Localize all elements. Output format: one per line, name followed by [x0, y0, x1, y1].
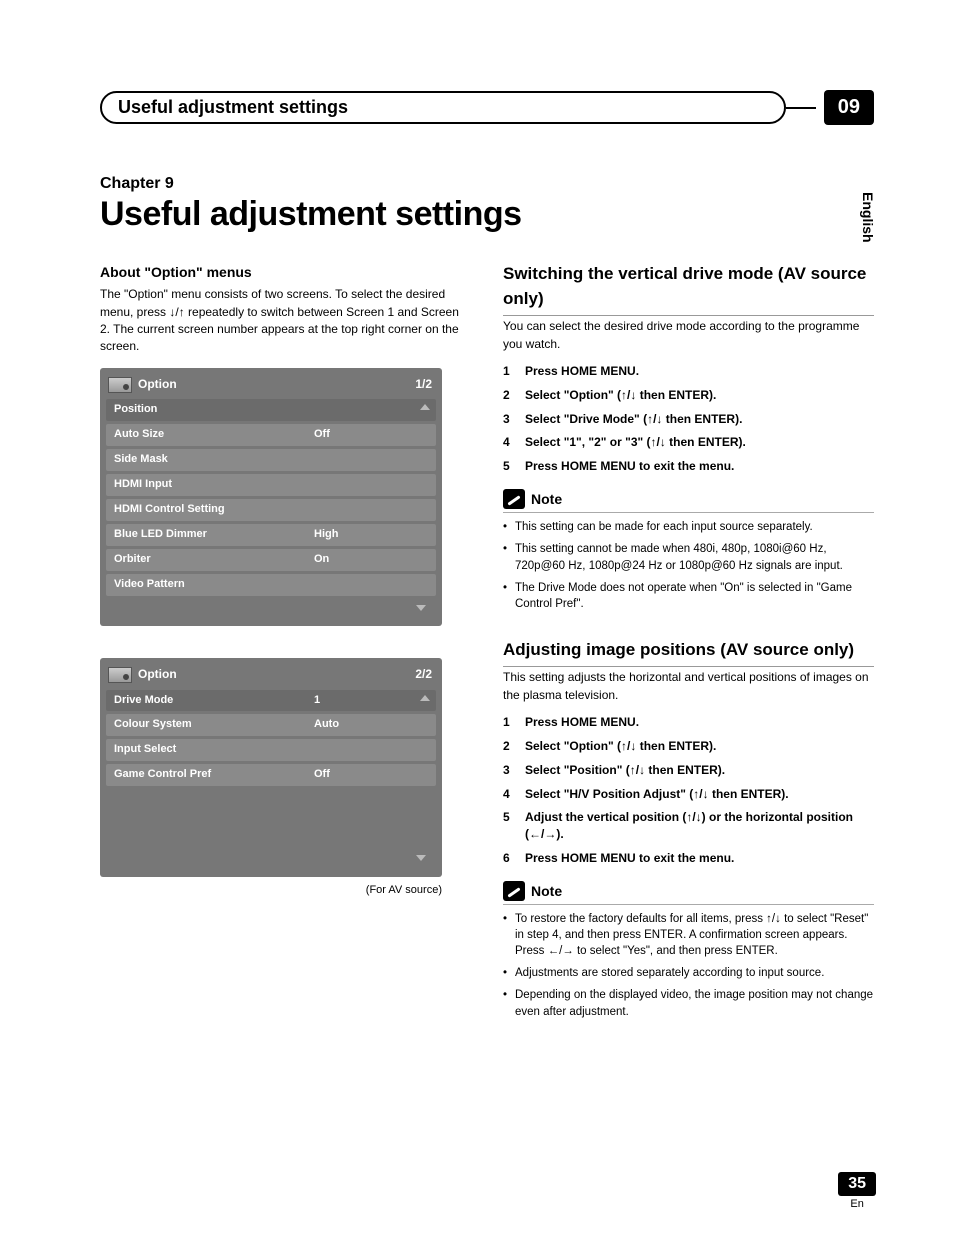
note-item: This setting can be made for each input …	[503, 519, 874, 535]
menu-label: Colour System	[114, 717, 314, 733]
option-menu-2: Option 2/2 Drive Mode 1 Colour SystemAut…	[100, 658, 442, 877]
header-connector	[786, 107, 816, 109]
menu1-row: Blue LED DimmerHigh	[106, 524, 436, 546]
step: Select "Option" (↑/↓ then ENTER).	[503, 738, 874, 755]
menu2-page: 2/2	[415, 666, 432, 683]
section1-steps: Press HOME MENU. Select "Option" (↑/↓ th…	[503, 363, 874, 475]
page-lang: En	[838, 1198, 876, 1210]
step: Press HOME MENU to exit the menu.	[503, 458, 874, 475]
note-header: Note	[503, 881, 874, 905]
menu-value	[314, 402, 428, 418]
note-label: Note	[531, 881, 562, 901]
menu-label: Side Mask	[114, 452, 314, 468]
step: Select "1", "2" or "3" (↑/↓ then ENTER).	[503, 434, 874, 451]
menu-label: Position	[114, 402, 314, 418]
header-bar: Useful adjustment settings 09	[100, 90, 874, 125]
step: Select "Drive Mode" (↑/↓ then ENTER).	[503, 411, 874, 428]
step: Adjust the vertical position (↑/↓) or th…	[503, 809, 874, 843]
note-header: Note	[503, 489, 874, 513]
menu1-row: Position	[106, 399, 436, 421]
note-item: The Drive Mode does not operate when "On…	[503, 580, 874, 612]
left-column: About "Option" menus The "Option" menu c…	[100, 262, 471, 1026]
menu-label: Video Pattern	[114, 577, 314, 593]
menu-label: Auto Size	[114, 427, 314, 443]
step: Select "H/V Position Adjust" (↑/↓ then E…	[503, 786, 874, 803]
page-title: Useful adjustment settings	[100, 195, 874, 234]
up-arrow-icon	[420, 695, 430, 701]
step: Select "Option" (↑/↓ then ENTER).	[503, 387, 874, 404]
option-icon	[108, 667, 132, 683]
menu-value: High	[314, 527, 428, 543]
note-item: Adjustments are stored separately accord…	[503, 965, 874, 981]
menu-label: Blue LED Dimmer	[114, 527, 314, 543]
menu2-row: Input Select	[106, 739, 436, 761]
section2-intro: This setting adjusts the horizontal and …	[503, 669, 874, 704]
page-number: 35	[838, 1172, 876, 1196]
up-arrow-icon	[420, 404, 430, 410]
menu-value: Auto	[314, 717, 428, 733]
language-tab: English	[860, 192, 876, 243]
menu1-row: Video Pattern	[106, 574, 436, 596]
menu1-row: HDMI Control Setting	[106, 499, 436, 521]
step: Select "Position" (↑/↓ then ENTER).	[503, 762, 874, 779]
about-heading: About "Option" menus	[100, 262, 471, 282]
menu-value: 1	[314, 693, 428, 709]
down-arrow-icon	[416, 605, 426, 611]
step: Press HOME MENU.	[503, 363, 874, 380]
menu-value	[314, 502, 428, 518]
menu-label: Drive Mode	[114, 693, 314, 709]
header-title: Useful adjustment settings	[100, 91, 786, 124]
menu-label: HDMI Input	[114, 477, 314, 493]
menu1-row: Auto SizeOff	[106, 424, 436, 446]
note-label: Note	[531, 489, 562, 509]
note-icon	[503, 489, 525, 509]
menu-caption: (For AV source)	[100, 883, 442, 899]
option-menu-1: Option 1/2 Position Auto SizeOff Side Ma…	[100, 368, 442, 626]
menu-value	[314, 452, 428, 468]
menu2-row: Game Control PrefOff	[106, 764, 436, 786]
step: Press HOME MENU.	[503, 714, 874, 731]
menu-value	[314, 477, 428, 493]
menu-label: HDMI Control Setting	[114, 502, 314, 518]
section2-steps: Press HOME MENU. Select "Option" (↑/↓ th…	[503, 714, 874, 867]
menu-value: Off	[314, 767, 428, 783]
menu-label: Input Select	[114, 742, 314, 758]
section1-notes: This setting can be made for each input …	[503, 519, 874, 611]
page-footer: 35 En	[838, 1172, 876, 1210]
menu-label: Orbiter	[114, 552, 314, 568]
section1-heading: Switching the vertical drive mode (AV so…	[503, 262, 874, 316]
menu1-row: Side Mask	[106, 449, 436, 471]
menu-value	[314, 742, 428, 758]
menu-label: Game Control Pref	[114, 767, 314, 783]
note-item: To restore the factory defaults for all …	[503, 911, 874, 959]
note-item: Depending on the displayed video, the im…	[503, 987, 874, 1019]
section2-heading: Adjusting image positions (AV source onl…	[503, 638, 874, 668]
menu2-row: Colour SystemAuto	[106, 714, 436, 736]
menu1-page: 1/2	[415, 376, 432, 393]
chapter-badge: 09	[824, 90, 874, 125]
note-icon	[503, 881, 525, 901]
menu-value: Off	[314, 427, 428, 443]
menu2-title: Option	[138, 666, 177, 683]
about-text: The "Option" menu consists of two screen…	[100, 286, 471, 356]
section1-intro: You can select the desired drive mode ac…	[503, 318, 874, 353]
option-icon	[108, 377, 132, 393]
note-item: This setting cannot be made when 480i, 4…	[503, 541, 874, 573]
chapter-label: Chapter 9	[100, 175, 874, 193]
menu-value	[314, 577, 428, 593]
menu1-row: OrbiterOn	[106, 549, 436, 571]
menu-value: On	[314, 552, 428, 568]
step: Press HOME MENU to exit the menu.	[503, 850, 874, 867]
right-column: Switching the vertical drive mode (AV so…	[503, 262, 874, 1026]
menu1-row: HDMI Input	[106, 474, 436, 496]
down-arrow-icon	[416, 855, 426, 861]
section2-notes: To restore the factory defaults for all …	[503, 911, 874, 1020]
menu1-title: Option	[138, 376, 177, 393]
menu2-row: Drive Mode 1	[106, 690, 436, 712]
